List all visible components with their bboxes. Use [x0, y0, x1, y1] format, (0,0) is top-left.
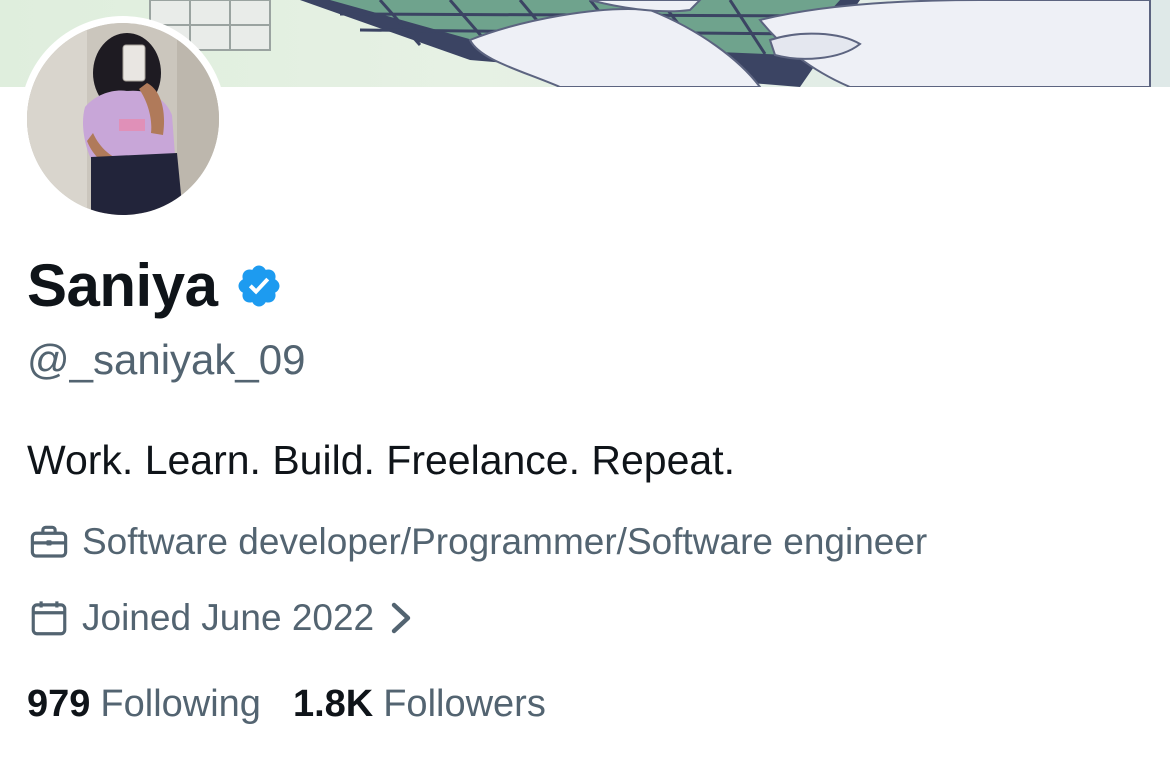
- avatar-ring: [20, 16, 226, 222]
- name-row: Saniya: [27, 250, 283, 322]
- avatar-photo: [27, 23, 219, 215]
- profession-text: Software developer/Programmer/Software e…: [82, 521, 928, 562]
- briefcase-icon: [30, 525, 68, 558]
- following-count: 979: [27, 683, 91, 725]
- followers-count: 1.8K: [292, 683, 374, 725]
- following-link[interactable]: 979 Following: [27, 680, 261, 728]
- chevron-right-icon[interactable]: [388, 601, 414, 635]
- display-name: Saniya: [27, 252, 218, 319]
- joined-row[interactable]: Joined June 2022: [28, 595, 414, 641]
- verified-badge-icon[interactable]: [235, 262, 283, 310]
- followers-link[interactable]: 1.8K Followers: [293, 680, 546, 728]
- joined-text: Joined June 2022: [82, 597, 375, 638]
- followers-label: Followers: [383, 683, 546, 725]
- profession-row: Software developer/Programmer/Software e…: [28, 519, 927, 565]
- follow-stats: 979 Following 1.8K Followers: [27, 680, 546, 728]
- profile-bio: Work. Learn. Build. Freelance. Repeat.: [27, 437, 735, 483]
- profile-handle: @_saniyak_09: [27, 336, 306, 383]
- calendar-icon: [31, 601, 67, 636]
- avatar[interactable]: [27, 23, 219, 215]
- following-label: Following: [100, 683, 261, 725]
